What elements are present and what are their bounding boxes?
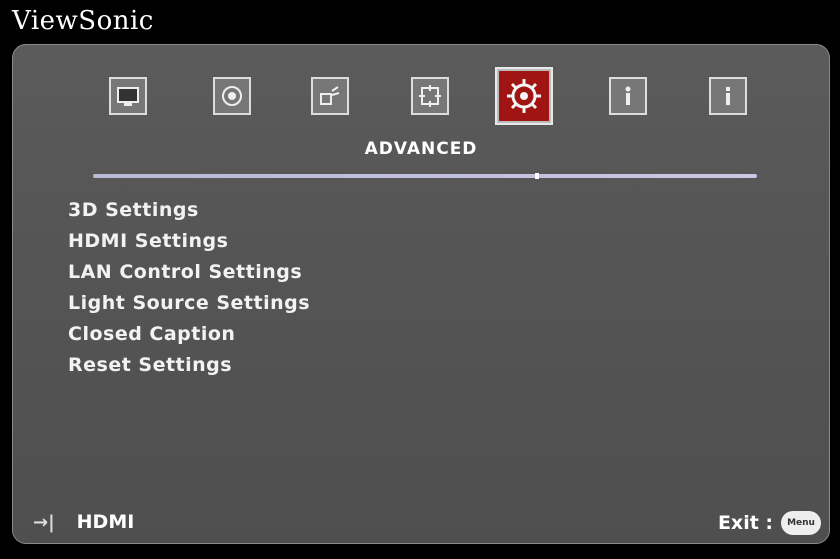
picture-icon	[222, 86, 242, 106]
source-indicator: →| HDMI	[33, 511, 134, 533]
tab-bar	[13, 67, 829, 137]
basic-icon	[419, 85, 441, 107]
input-source-icon: →|	[33, 511, 55, 533]
display-icon	[117, 87, 139, 106]
divider-marker	[535, 173, 539, 179]
tab-information[interactable]	[609, 77, 647, 115]
audio-icon	[320, 86, 340, 105]
brand-logo: ViewSonic	[12, 6, 154, 36]
tab-advanced[interactable]	[495, 67, 553, 125]
tab-info[interactable]	[709, 77, 747, 115]
information-icon	[625, 86, 631, 105]
source-label: HDMI	[76, 511, 135, 533]
advanced-gear-icon	[507, 79, 541, 113]
exit-label: Exit :	[717, 512, 773, 534]
menu-item-closed-caption[interactable]: Closed Caption	[68, 319, 310, 350]
tab-basic[interactable]	[411, 77, 449, 115]
tab-picture[interactable]	[213, 77, 251, 115]
info-icon	[726, 87, 730, 105]
advanced-menu-list: 3D Settings HDMI Settings LAN Control Se…	[68, 195, 310, 381]
title-divider	[93, 173, 757, 179]
tab-audio[interactable]	[311, 77, 349, 115]
osd-menu-panel: ADVANCED 3D Settings HDMI Settings LAN C…	[12, 44, 830, 544]
menu-item-lan-control-settings[interactable]: LAN Control Settings	[68, 257, 310, 288]
tab-display[interactable]	[109, 77, 147, 115]
menu-button[interactable]: Menu	[781, 511, 821, 535]
menu-item-light-source-settings[interactable]: Light Source Settings	[68, 288, 310, 319]
active-tab-title: ADVANCED	[364, 139, 478, 159]
exit-hint: Exit : Menu	[718, 511, 821, 535]
menu-item-hdmi-settings[interactable]: HDMI Settings	[68, 226, 310, 257]
menu-item-reset-settings[interactable]: Reset Settings	[68, 350, 310, 381]
menu-item-3d-settings[interactable]: 3D Settings	[68, 195, 310, 226]
